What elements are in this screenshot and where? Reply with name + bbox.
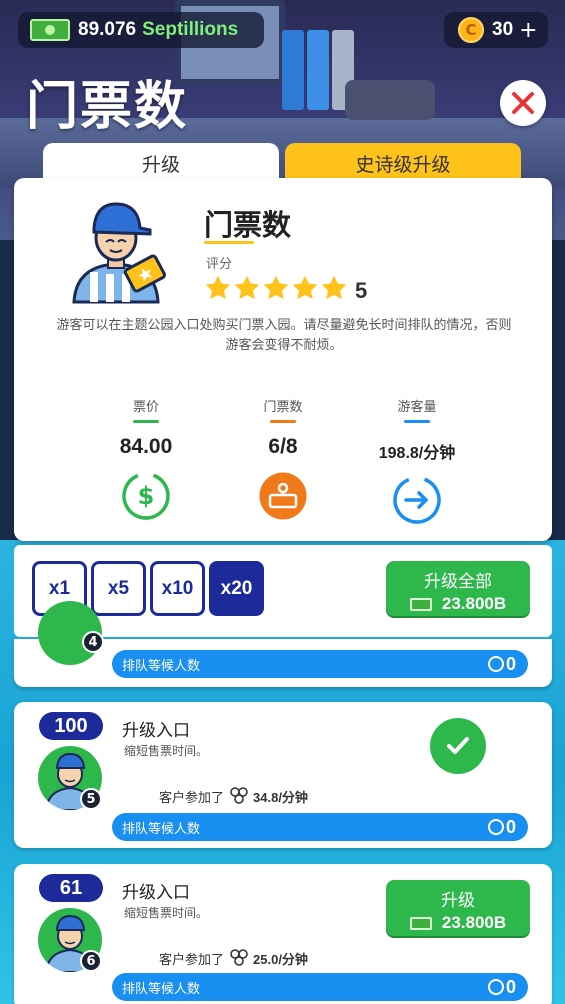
entrance-card-partial: 4 排队等候人数 0 (14, 601, 552, 687)
rating-stars: 5 (204, 272, 367, 304)
entrance-stat: 客户参加了 25.0/分钟 (159, 948, 308, 968)
cash-value: 89.076 (78, 19, 137, 40)
ticket-seller-avatar (72, 202, 166, 304)
queue-label: 排队等候人数 (122, 981, 201, 997)
entrance-stat: 客户参加了 34.8/分钟 (159, 786, 308, 806)
stat-ticket-price: 票价 84.00 $ (86, 396, 206, 525)
cash-icon (409, 597, 432, 611)
entrance-card: 61 6 升级入口 缩短售票时间。 客户参加了 25.0/分钟 升级 23.80… (14, 864, 552, 1004)
upgrade-entrance-button[interactable]: 升级 23.800B (386, 880, 530, 936)
stat-value: 6/8 (268, 435, 298, 458)
coin-display[interactable]: C 30 + (444, 12, 548, 48)
upgrade-all-price: 23.800B (441, 594, 507, 613)
queue-count: 0 (487, 653, 516, 675)
stat-underline (404, 420, 430, 423)
maxed-check-badge (430, 718, 486, 774)
cash-icon (409, 916, 432, 930)
checkmark-icon (447, 737, 469, 754)
people-icon (230, 949, 248, 966)
close-button[interactable] (500, 80, 546, 126)
background-binder (282, 30, 304, 110)
tab-upgrade[interactable]: 升级 (43, 143, 279, 183)
worker-count-badge: 6 (80, 950, 102, 972)
clock-icon (487, 819, 504, 835)
stat-underline (133, 420, 159, 423)
multiplier-x10-button[interactable]: x10 (150, 561, 205, 616)
stat-label: 门票数 (263, 400, 303, 415)
queue-count: 0 (487, 976, 516, 998)
coin-icon: C (458, 17, 484, 43)
stat-label: 游客量 (397, 400, 437, 415)
star-icon (234, 275, 260, 299)
stat-prefix: 客户参加了 (159, 790, 225, 806)
queue-count-value: 0 (505, 976, 516, 997)
stat-underline (270, 420, 296, 423)
title-underline (204, 241, 254, 244)
multiplier-x20-button[interactable]: x20 (209, 561, 264, 616)
card-title: 门票数 (204, 208, 292, 242)
clock-icon (487, 656, 504, 672)
queue-count-value: 0 (505, 653, 516, 674)
stat-value: 84.00 (119, 435, 173, 458)
stat-value: 25.0/分钟 (253, 951, 308, 967)
ticket-booth-icon (259, 472, 307, 520)
upgrade-all-button[interactable]: 升级全部 23.800B (386, 561, 530, 616)
page-title: 门票数 (26, 77, 189, 137)
star-icon (292, 275, 318, 299)
queue-label: 排队等候人数 (122, 658, 201, 674)
stat-visitor-flow: 游客量 198.8/分钟 (357, 396, 477, 529)
star-icon (263, 275, 289, 299)
upgrade-all-label: 升级全部 (424, 572, 492, 592)
stat-value: 34.8/分钟 (253, 789, 308, 805)
entrance-description: 缩短售票时间。 (124, 906, 209, 920)
queue-count-value: 0 (505, 816, 516, 837)
queue-count: 0 (487, 816, 516, 838)
star-icon (321, 275, 347, 299)
upgrade-button-price: 23.800B (441, 913, 507, 932)
queue-bar: 排队等候人数 0 (112, 650, 528, 678)
cash-display: 89.076 Septillions (18, 12, 264, 48)
entrance-title: 升级入口 (122, 883, 190, 903)
level-badge: 61 (39, 874, 103, 902)
stat-prefix: 客户参加了 (159, 952, 225, 968)
worker-count-badge: 4 (82, 631, 104, 653)
coin-value: 30 (492, 19, 514, 40)
attraction-description: 游客可以在主题公园入口处购买门票入园。请尽量避免长时间排队的情况，否则游客会变得… (56, 318, 512, 353)
stat-label: 票价 (132, 400, 159, 415)
rating-label: 评分 (206, 257, 233, 272)
clock-icon (487, 979, 504, 995)
arrow-right-icon (393, 476, 441, 524)
attraction-info-card: 门票数 评分 5 游客可以在主题公园入口处购买门票入园。请尽量避免长时间排队的情… (14, 178, 552, 541)
multiplier-x5-button[interactable]: x5 (91, 561, 146, 616)
worker-count-badge: 5 (80, 788, 102, 810)
entrance-title: 升级入口 (122, 721, 190, 741)
stat-ticket-count: 门票数 6/8 (223, 396, 343, 525)
cash-unit: Septillions (142, 19, 239, 40)
dollar-icon: $ (122, 472, 170, 520)
level-badge: 100 (39, 712, 103, 740)
stat-value: 198.8/分钟 (378, 445, 456, 462)
rating-value: 5 (355, 278, 368, 303)
add-coins-icon[interactable]: + (519, 18, 537, 43)
background-phone (345, 80, 435, 120)
star-icon (205, 275, 231, 299)
entrance-description: 缩短售票时间。 (124, 744, 209, 758)
people-icon (230, 787, 248, 804)
svg-text:$: $ (138, 482, 155, 510)
queue-bar: 排队等候人数 0 (112, 973, 528, 1001)
tab-epic-upgrade[interactable]: 史诗级升级 (285, 143, 521, 183)
close-icon (512, 92, 534, 114)
entrance-card: 100 5 升级入口 缩短售票时间。 客户参加了 34.8/分钟 排队等候人数 … (14, 702, 552, 848)
background-binder (307, 30, 329, 110)
cash-icon (30, 19, 70, 41)
queue-label: 排队等候人数 (122, 821, 201, 837)
upgrade-button-label: 升级 (441, 891, 475, 911)
queue-bar: 排队等候人数 0 (112, 813, 528, 841)
